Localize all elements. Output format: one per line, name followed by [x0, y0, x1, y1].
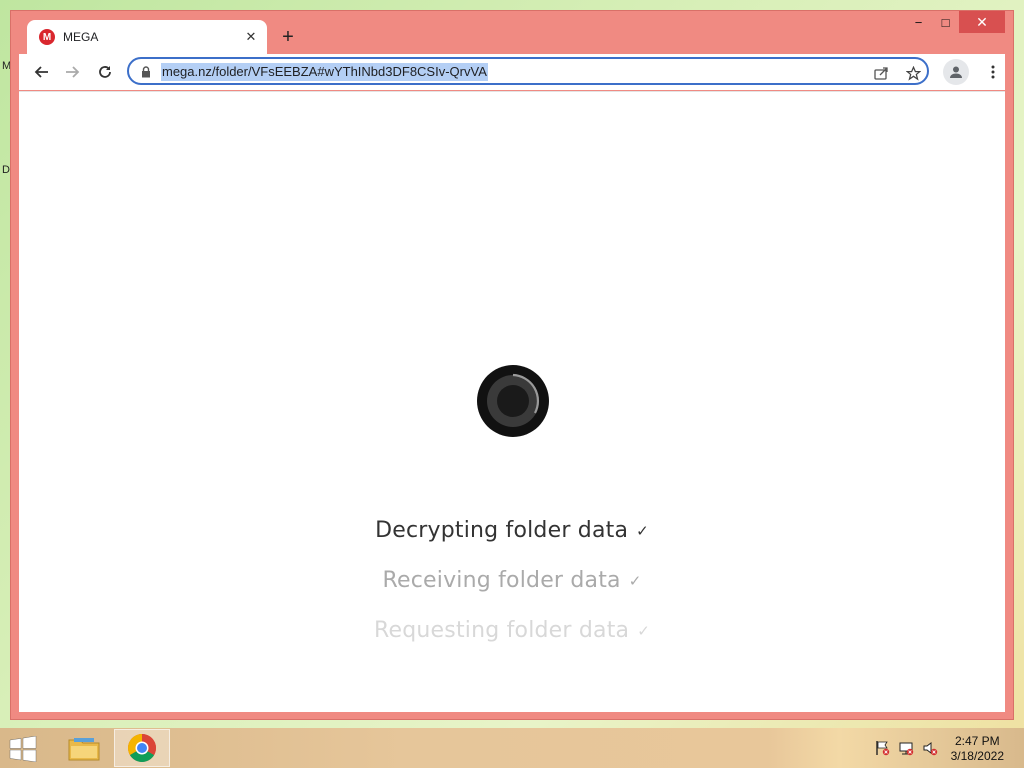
- volume-muted-icon[interactable]: [922, 740, 938, 756]
- share-icon[interactable]: [871, 63, 891, 83]
- browser-menu-button[interactable]: [979, 58, 1007, 86]
- minimize-button[interactable]: −: [905, 11, 932, 33]
- forward-button[interactable]: [59, 58, 87, 86]
- browser-tab[interactable]: M MEGA ✕: [27, 20, 267, 54]
- reload-icon: [99, 66, 111, 78]
- more-vert-icon: [991, 65, 995, 79]
- loading-step-receiving: Receiving folder data ✓: [19, 568, 1005, 593]
- person-icon: [950, 66, 962, 78]
- checkmark-icon: ✓: [636, 522, 649, 540]
- checkmark-icon: ✓: [637, 622, 650, 640]
- step-label: Receiving folder data: [382, 568, 621, 593]
- address-bar[interactable]: mega.nz/folder/VFsEEBZA#wYThINbd3DF8CSIv…: [127, 57, 929, 85]
- checkmark-icon: ✓: [628, 572, 642, 590]
- forward-arrow-icon: [66, 66, 80, 78]
- mega-favicon-icon: M: [39, 29, 55, 45]
- step-label: Requesting folder data: [374, 618, 630, 643]
- back-arrow-icon: [34, 66, 48, 78]
- page-content: Decrypting folder data ✓ Receiving folder…: [19, 91, 1005, 712]
- tab-close-button[interactable]: ✕: [241, 27, 261, 47]
- chrome-taskbar-button[interactable]: [114, 729, 170, 767]
- loading-step-requesting: Requesting folder data ✓: [19, 618, 1005, 643]
- folder-icon: [68, 738, 100, 761]
- close-window-button[interactable]: ✕: [959, 11, 1005, 33]
- action-center-flag-icon[interactable]: [874, 740, 890, 756]
- step-label: Decrypting folder data: [375, 518, 629, 543]
- clock-time: 2:47 PM: [954, 734, 1000, 748]
- url-text[interactable]: mega.nz/folder/VFsEEBZA#wYThINbd3DF8CSIv…: [161, 63, 488, 81]
- taskbar: 2:47 PM 3/18/2022: [0, 728, 1024, 768]
- reload-button[interactable]: [91, 58, 119, 86]
- network-icon[interactable]: [898, 740, 914, 756]
- clock-date: 3/18/2022: [950, 749, 1004, 763]
- tab-title: MEGA: [63, 30, 99, 44]
- window-controls: − □ ✕: [905, 11, 1005, 33]
- file-explorer-taskbar-button[interactable]: [56, 729, 112, 767]
- desktop-icon-label: D: [2, 164, 10, 176]
- maximize-button[interactable]: □: [932, 11, 959, 33]
- browser-toolbar: mega.nz/folder/VFsEEBZA#wYThINbd3DF8CSIv…: [19, 54, 1005, 90]
- windows-start-icon[interactable]: [8, 736, 38, 762]
- back-button[interactable]: [27, 58, 55, 86]
- chrome-icon: [128, 734, 156, 762]
- profile-avatar-button[interactable]: [943, 59, 969, 85]
- loading-step-decrypting: Decrypting folder data ✓: [19, 518, 1005, 543]
- system-clock[interactable]: 2:47 PM 3/18/2022: [951, 734, 1004, 764]
- lock-icon: [142, 66, 150, 78]
- loading-spinner-icon: [477, 365, 549, 437]
- bookmark-star-icon[interactable]: [903, 63, 923, 83]
- new-tab-button[interactable]: +: [277, 26, 299, 48]
- browser-window: − □ ✕ M MEGA ✕ + mega.nz/folder/VFsEEBZA…: [10, 10, 1014, 720]
